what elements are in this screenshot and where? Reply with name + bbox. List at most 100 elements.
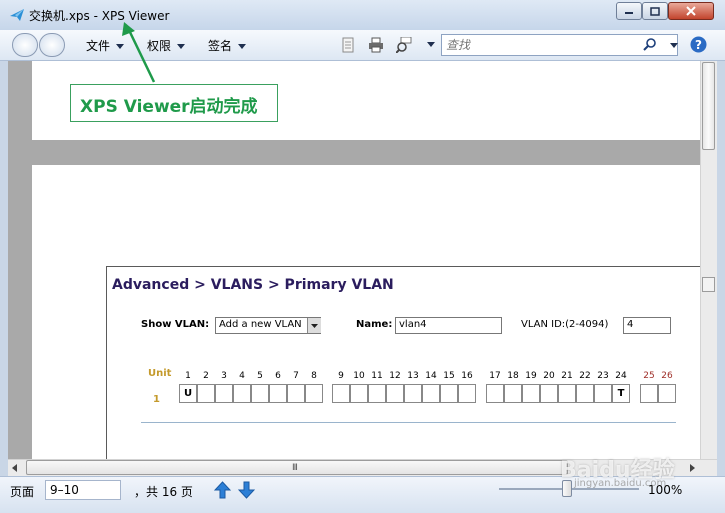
port-number: 9 [338,371,344,381]
port-cell [558,384,576,403]
port-number: 25 [643,371,655,381]
port-cell [269,384,287,403]
port-cell [422,384,440,403]
port-cell [332,384,350,403]
port-number: 18 [507,371,519,381]
port-cell [458,384,476,403]
port-cell [350,384,368,403]
port-number: 17 [489,371,501,381]
port-number: 12 [389,371,401,381]
port-cell [522,384,540,403]
port-cell [251,384,269,403]
unit-label: Unit [148,368,172,379]
port-cell [486,384,504,403]
port-number: 24 [615,371,627,381]
port-number: 15 [443,371,455,381]
port-cell [440,384,458,403]
annotation-arrow [122,22,156,83]
annotation-text: XPS Viewer启动完成 [80,97,258,117]
previous-page-icon[interactable] [214,481,231,499]
document-figure [106,266,700,459]
print-icon[interactable] [368,37,384,53]
menu-signatures-label: 签名 [208,39,233,53]
port-number: 14 [425,371,437,381]
minimize-icon [625,12,633,14]
port-number: 23 [597,371,609,381]
menu-file-label: 文件 [86,39,111,53]
scroll-left-icon[interactable] [12,464,17,472]
port-cell [658,384,676,403]
doc-heading: Advanced > VLANS > Primary VLAN [112,277,394,293]
back-button[interactable] [12,33,38,57]
vertical-scroll-thumb[interactable] [702,62,715,150]
page-label: 页面 [10,485,35,499]
vlan-id-field: 4 [623,317,671,334]
port-cell [368,384,386,403]
name-field: vlan4 [395,317,502,334]
minimize-button[interactable] [616,2,642,20]
port-number: 7 [293,371,299,381]
svg-text:?: ? [695,38,702,52]
vertical-scroll-marker[interactable] [702,277,715,292]
port-cell [640,384,658,403]
chevron-down-icon[interactable] [427,42,435,47]
horizontal-scroll-thumb[interactable] [26,460,568,475]
grip-icon: III [292,463,298,473]
name-label: Name: [356,319,393,330]
page-total: ，共 16 页 [134,485,193,499]
chevron-down-icon [238,44,247,49]
port-number: 13 [407,371,419,381]
port-number: 19 [525,371,537,381]
port-cell [504,384,522,403]
port-cell: U [179,384,197,403]
port-number: 20 [543,371,555,381]
show-vlan-label: Show VLAN: [141,319,210,330]
port-cell [215,384,233,403]
port-cell [197,384,215,403]
port-number: 3 [221,371,227,381]
port-cell [594,384,612,403]
search-box [441,34,678,56]
scroll-right-icon[interactable] [690,464,695,472]
port-number: 26 [661,371,673,381]
maximize-icon [650,6,660,16]
vlan-id-label: VLAN ID:(2-4094) [521,319,609,330]
port-number: 6 [275,371,281,381]
chevron-down-icon[interactable] [670,43,678,48]
port-cell [404,384,422,403]
port-number: 4 [239,371,245,381]
chevron-down-icon [177,44,186,49]
port-number: 11 [371,371,383,381]
port-cell [386,384,404,403]
page-number-input[interactable] [45,480,121,500]
xps-app-icon [10,9,24,21]
maximize-button[interactable] [642,2,668,20]
help-icon[interactable]: ? [690,36,707,53]
chevron-down-icon [307,318,321,333]
unit-value: 1 [153,394,160,405]
search-input[interactable] [446,37,636,53]
port-cell [305,384,323,403]
watermark-url: jingyan.baidu.com [574,478,667,489]
next-page-icon[interactable] [238,481,255,499]
divider [141,422,676,423]
port-cell [287,384,305,403]
zoom-icon[interactable] [396,37,412,53]
port-cell: T [612,384,630,403]
forward-button[interactable] [39,33,65,57]
port-cell [540,384,558,403]
search-icon[interactable] [643,38,657,52]
close-button[interactable] [668,2,714,20]
port-number: 21 [561,371,573,381]
port-number: 5 [257,371,263,381]
port-number: 22 [579,371,591,381]
show-vlan-select: Add a new VLAN [215,317,321,334]
menu-signatures[interactable]: 签名 [208,37,247,54]
port-number: 16 [461,371,473,381]
document-outline-icon[interactable] [340,37,356,53]
port-cell [233,384,251,403]
port-cell [576,384,594,403]
port-number: 2 [203,371,209,381]
port-number: 10 [353,371,365,381]
port-number: 8 [311,371,317,381]
